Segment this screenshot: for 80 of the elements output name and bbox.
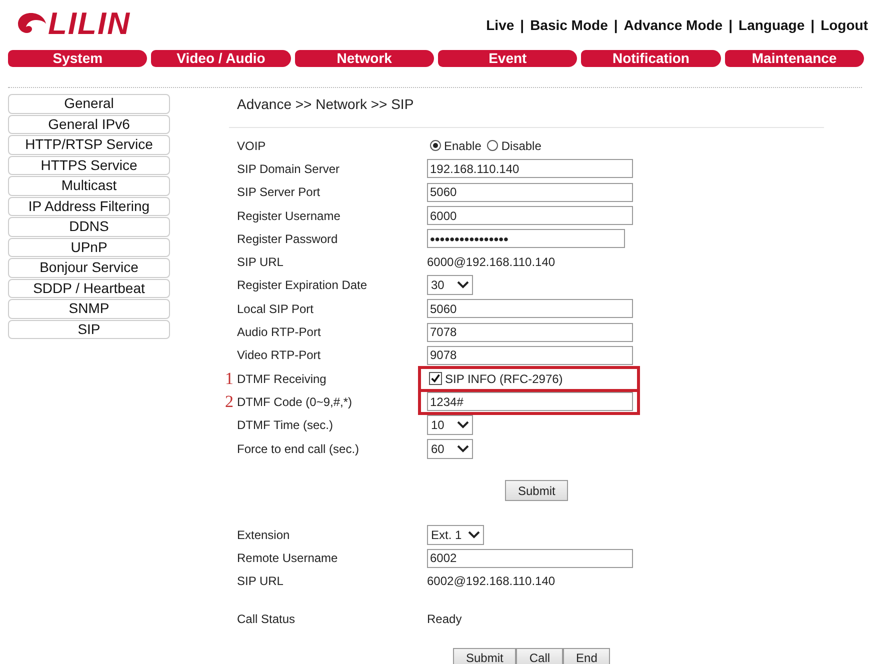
dropdown[interactable]: Ext. 1 bbox=[427, 524, 484, 545]
annotation-number: 2 bbox=[225, 393, 234, 410]
link-separator: | bbox=[520, 17, 524, 33]
field-label: SIP Domain Server bbox=[237, 162, 340, 176]
field-label: Register Username bbox=[237, 208, 340, 223]
radio-label: Disable bbox=[501, 138, 542, 153]
nav-tab[interactable]: Network bbox=[294, 50, 434, 67]
sidebar-item[interactable]: UPnP bbox=[8, 238, 170, 257]
chevron-icon bbox=[457, 281, 469, 290]
field-label: Register Expiration Date bbox=[237, 278, 368, 292]
radio-button[interactable] bbox=[430, 140, 441, 152]
input-field[interactable]: 1234# bbox=[427, 392, 633, 412]
logo-text: LILIN bbox=[48, 8, 130, 38]
field-label: SIP Server Port bbox=[237, 185, 320, 200]
link-separator: | bbox=[810, 17, 815, 33]
top-link[interactable]: Live bbox=[486, 17, 514, 33]
input-field[interactable]: 7078 bbox=[427, 322, 633, 342]
field-label: VOIP bbox=[237, 138, 266, 153]
top-link[interactable]: Language bbox=[738, 17, 805, 33]
field-label: Remote Username bbox=[237, 551, 338, 566]
field-label: Register Password bbox=[237, 232, 338, 246]
radio-label: Enable bbox=[444, 138, 482, 153]
link-separator: | bbox=[728, 17, 733, 33]
field-label: DTMF Receiving bbox=[237, 372, 326, 386]
chevron-icon bbox=[457, 444, 469, 452]
dropdown[interactable]: 60 bbox=[427, 438, 473, 458]
nav-tab[interactable]: Notification bbox=[581, 50, 721, 67]
field-label: SIP URL bbox=[237, 255, 284, 270]
sidebar-item[interactable]: DDNS bbox=[8, 217, 170, 236]
input-field[interactable]: 9078 bbox=[427, 346, 633, 365]
field-value: 6000@192.168.110.140 bbox=[427, 255, 556, 270]
dropdown[interactable]: 30 bbox=[427, 275, 473, 296]
input-field[interactable]: 5060 bbox=[427, 299, 633, 318]
sidebar-item[interactable]: IP Address Filtering bbox=[8, 196, 170, 216]
sidebar-item[interactable]: Multicast bbox=[8, 176, 170, 196]
radio-button[interactable] bbox=[487, 140, 498, 152]
nav-tab[interactable]: Video / Audio bbox=[151, 50, 291, 67]
field-label: DTMF Code (0~9,#,*) bbox=[237, 394, 352, 409]
field-value: Ready bbox=[427, 612, 462, 626]
field-label: Force to end call (sec.) bbox=[237, 442, 360, 456]
sidebar-item[interactable]: Bonjour Service bbox=[8, 258, 170, 278]
sidebar-item[interactable]: HTTP/RTSP Service bbox=[8, 135, 170, 154]
top-link[interactable]: Basic Mode bbox=[530, 17, 608, 33]
field-label: Video RTP-Port bbox=[237, 348, 321, 362]
field-label: Call Status bbox=[237, 612, 296, 626]
field-value: 6002@192.168.110.140 bbox=[427, 574, 556, 588]
call-button[interactable]: End bbox=[563, 648, 610, 664]
checkbox-label: SIP INFO (RFC-2976) bbox=[445, 372, 563, 386]
sidebar-item[interactable]: General IPv6 bbox=[8, 114, 170, 134]
field-label: SIP URL bbox=[237, 574, 284, 588]
nav-tab[interactable]: System bbox=[8, 50, 148, 67]
input-field[interactable]: 6002 bbox=[427, 548, 633, 568]
submit-button[interactable]: Submit bbox=[505, 480, 568, 502]
sidebar-item[interactable]: HTTPS Service bbox=[8, 156, 170, 175]
field-label: Local SIP Port bbox=[237, 302, 314, 316]
sidebar-item[interactable]: SDDP / Heartbeat bbox=[8, 278, 170, 298]
link-separator: | bbox=[614, 17, 618, 33]
call-button[interactable]: Call bbox=[516, 648, 564, 664]
nav-tab[interactable]: Event bbox=[438, 50, 578, 67]
swirl-logo-icon bbox=[16, 11, 46, 35]
sidebar-item[interactable]: SNMP bbox=[8, 299, 170, 318]
chevron-icon bbox=[457, 421, 469, 430]
password-field[interactable]: •••••••••••••••• bbox=[427, 229, 625, 248]
field-label: Audio RTP-Port bbox=[237, 325, 321, 340]
checkbox[interactable] bbox=[429, 372, 442, 386]
input-field[interactable]: 6000 bbox=[427, 206, 633, 226]
sidebar-item[interactable]: SIP bbox=[8, 320, 170, 339]
field-label: Extension bbox=[237, 528, 290, 542]
chevron-icon bbox=[468, 530, 480, 539]
field-label: DTMF Time (sec.) bbox=[237, 418, 333, 432]
annotation-number: 1 bbox=[225, 370, 234, 388]
input-field[interactable]: 5060 bbox=[427, 182, 633, 202]
top-link[interactable]: Logout bbox=[820, 17, 868, 33]
top-link[interactable]: Advance Mode bbox=[624, 17, 723, 33]
input-field[interactable]: 192.168.110.140 bbox=[427, 159, 633, 178]
nav-tab[interactable]: Maintenance bbox=[724, 50, 864, 67]
dropdown[interactable]: 10 bbox=[427, 415, 473, 436]
sidebar-item[interactable]: General bbox=[8, 94, 170, 114]
call-button[interactable]: Submit bbox=[453, 648, 516, 664]
breadcrumb: Advance >> Network >> SIP bbox=[236, 95, 415, 114]
